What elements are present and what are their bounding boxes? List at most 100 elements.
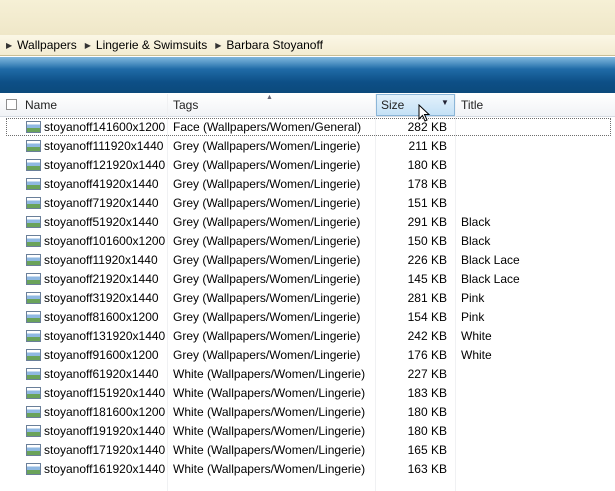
column-header-size[interactable]: Size — [381, 94, 404, 116]
file-row[interactable]: stoyanoff21920x1440 Grey (Wallpapers/Wome… — [0, 270, 615, 289]
image-file-icon — [26, 330, 41, 342]
file-row[interactable]: stoyanoff41920x1440 Grey (Wallpapers/Wome… — [0, 175, 615, 194]
file-name[interactable]: stoyanoff191920x1440 — [44, 422, 165, 441]
file-tags: White (Wallpapers/Women/Lingerie) — [173, 424, 366, 438]
file-row[interactable]: stoyanoff151920x1440 White (Wallpapers/Wo… — [0, 384, 615, 403]
file-row[interactable]: stoyanoff11920x1440 Grey (Wallpapers/Wome… — [0, 251, 615, 270]
file-row[interactable]: stoyanoff191920x1440 White (Wallpapers/Wo… — [0, 422, 615, 441]
file-row[interactable]: stoyanoff181600x1200 White (Wallpapers/Wo… — [0, 403, 615, 422]
file-tags: Face (Wallpapers/Women/General) — [173, 120, 362, 134]
image-file-icon — [26, 235, 41, 247]
file-title: White — [461, 348, 492, 362]
file-tags: Grey (Wallpapers/Women/Lingerie) — [173, 139, 361, 153]
file-name[interactable]: stoyanoff11920x1440 — [44, 251, 158, 270]
file-name[interactable]: stoyanoff21920x1440 — [44, 270, 159, 289]
file-tags: Grey (Wallpapers/Women/Lingerie) — [173, 329, 361, 343]
file-row[interactable]: stoyanoff51920x1440 Grey (Wallpapers/Wome… — [0, 213, 615, 232]
image-file-icon — [26, 311, 41, 323]
file-title: Black Lace — [461, 253, 520, 267]
chevron-right-icon[interactable]: ▶ — [215, 41, 221, 50]
file-size: 226 KB — [407, 253, 447, 267]
file-name[interactable]: stoyanoff151920x1440 — [44, 384, 165, 403]
image-file-icon — [26, 368, 41, 380]
file-row[interactable]: stoyanoff171920x1440 White (Wallpapers/Wo… — [0, 441, 615, 460]
file-name[interactable]: stoyanoff121920x1440 — [44, 156, 165, 175]
file-name[interactable]: stoyanoff71920x1440 — [44, 194, 159, 213]
file-name[interactable]: stoyanoff61920x1440 — [44, 365, 159, 384]
top-strip — [0, 0, 615, 36]
file-size: 227 KB — [407, 367, 447, 381]
file-row[interactable]: stoyanoff71920x1440 Grey (Wallpapers/Wome… — [0, 194, 615, 213]
select-all-checkbox[interactable] — [6, 99, 17, 110]
file-row[interactable]: stoyanoff131920x1440 Grey (Wallpapers/Wom… — [0, 327, 615, 346]
file-name[interactable]: stoyanoff31920x1440 — [44, 289, 159, 308]
file-size: 178 KB — [407, 177, 447, 191]
chevron-right-icon[interactable]: ▶ — [85, 41, 91, 50]
file-title: Black Lace — [461, 272, 520, 286]
sort-up-icon: ▲ — [266, 94, 273, 101]
image-file-icon — [26, 463, 41, 475]
file-tags: Grey (Wallpapers/Women/Lingerie) — [173, 310, 361, 324]
file-tags: Grey (Wallpapers/Women/Lingerie) — [173, 196, 361, 210]
column-header-title[interactable]: Title — [461, 94, 483, 116]
file-title: Pink — [461, 291, 485, 305]
file-tags: White (Wallpapers/Women/Lingerie) — [173, 462, 366, 476]
file-size: 176 KB — [407, 348, 447, 362]
file-row[interactable]: stoyanoff91600x1200 Grey (Wallpapers/Wome… — [0, 346, 615, 365]
breadcrumb-item-lingerie-swimsuits[interactable]: Lingerie & Swimsuits — [96, 38, 207, 52]
file-row[interactable]: stoyanoff61920x1440 White (Wallpapers/Wom… — [0, 365, 615, 384]
image-file-icon — [26, 292, 41, 304]
file-size: 163 KB — [407, 462, 447, 476]
file-tags: Grey (Wallpapers/Women/Lingerie) — [173, 158, 361, 172]
file-row[interactable]: stoyanoff161920x1440 White (Wallpapers/Wo… — [0, 460, 615, 479]
file-tags: Grey (Wallpapers/Women/Lingerie) — [173, 253, 361, 267]
file-size: 165 KB — [407, 443, 447, 457]
file-tags: White (Wallpapers/Women/Lingerie) — [173, 386, 366, 400]
file-size: 282 KB — [407, 120, 447, 134]
column-header-tags[interactable]: Tags — [173, 94, 198, 116]
file-size: 150 KB — [407, 234, 447, 248]
file-row[interactable]: stoyanoff111920x1440 Grey (Wallpapers/Wom… — [0, 137, 615, 156]
file-size: 291 KB — [407, 215, 447, 229]
file-name[interactable]: stoyanoff131920x1440 — [44, 327, 165, 346]
file-row[interactable]: stoyanoff141600x1200 Face (Wallpapers/Wom… — [0, 118, 615, 137]
file-row[interactable]: stoyanoff101600x1200 Grey (Wallpapers/Wom… — [0, 232, 615, 251]
file-row[interactable]: stoyanoff31920x1440 Grey (Wallpapers/Wome… — [0, 289, 615, 308]
file-name[interactable]: stoyanoff161920x1440 — [44, 460, 165, 479]
file-name[interactable]: stoyanoff111920x1440 — [44, 137, 163, 156]
file-tags: Grey (Wallpapers/Women/Lingerie) — [173, 234, 361, 248]
file-name[interactable]: stoyanoff51920x1440 — [44, 213, 159, 232]
image-file-icon — [26, 178, 41, 190]
file-name[interactable]: stoyanoff181600x1200 — [44, 403, 165, 422]
file-name[interactable]: stoyanoff171920x1440 — [44, 441, 165, 460]
file-tags: Grey (Wallpapers/Women/Lingerie) — [173, 215, 361, 229]
breadcrumb-item-barbara-stoyanoff[interactable]: Barbara Stoyanoff — [226, 38, 323, 52]
file-row[interactable]: stoyanoff121920x1440 Grey (Wallpapers/Wom… — [0, 156, 615, 175]
dropdown-arrow-icon[interactable]: ▼ — [441, 98, 449, 107]
breadcrumb-item-wallpapers[interactable]: Wallpapers — [17, 38, 77, 52]
column-header: Name ▲ Tags Size ▼ Title — [0, 94, 615, 117]
file-tags: Grey (Wallpapers/Women/Lingerie) — [173, 272, 361, 286]
file-name[interactable]: stoyanoff91600x1200 — [44, 346, 159, 365]
file-name[interactable]: stoyanoff41920x1440 — [44, 175, 159, 194]
file-row[interactable]: stoyanoff81600x1200 Grey (Wallpapers/Wome… — [0, 308, 615, 327]
file-title: Black — [461, 215, 491, 229]
file-name[interactable]: stoyanoff81600x1200 — [44, 308, 159, 327]
image-file-icon — [26, 216, 41, 228]
file-size: 154 KB — [407, 310, 447, 324]
file-size: 180 KB — [407, 158, 447, 172]
chevron-right-icon[interactable]: ▶ — [6, 41, 12, 50]
file-title: Pink — [461, 310, 485, 324]
image-file-icon — [26, 140, 41, 152]
image-file-icon — [26, 444, 41, 456]
file-name[interactable]: stoyanoff141600x1200 — [44, 118, 165, 137]
file-size: 151 KB — [407, 196, 447, 210]
file-name[interactable]: stoyanoff101600x1200 — [44, 232, 165, 251]
command-bar — [0, 57, 615, 93]
image-file-icon — [26, 349, 41, 361]
breadcrumb: ▶ Wallpapers ▶ Lingerie & Swimsuits ▶ Ba… — [0, 35, 615, 56]
file-tags: White (Wallpapers/Women/Lingerie) — [173, 443, 366, 457]
column-header-name[interactable]: Name — [25, 94, 57, 116]
file-size: 211 KB — [408, 139, 447, 153]
file-tags: Grey (Wallpapers/Women/Lingerie) — [173, 291, 361, 305]
